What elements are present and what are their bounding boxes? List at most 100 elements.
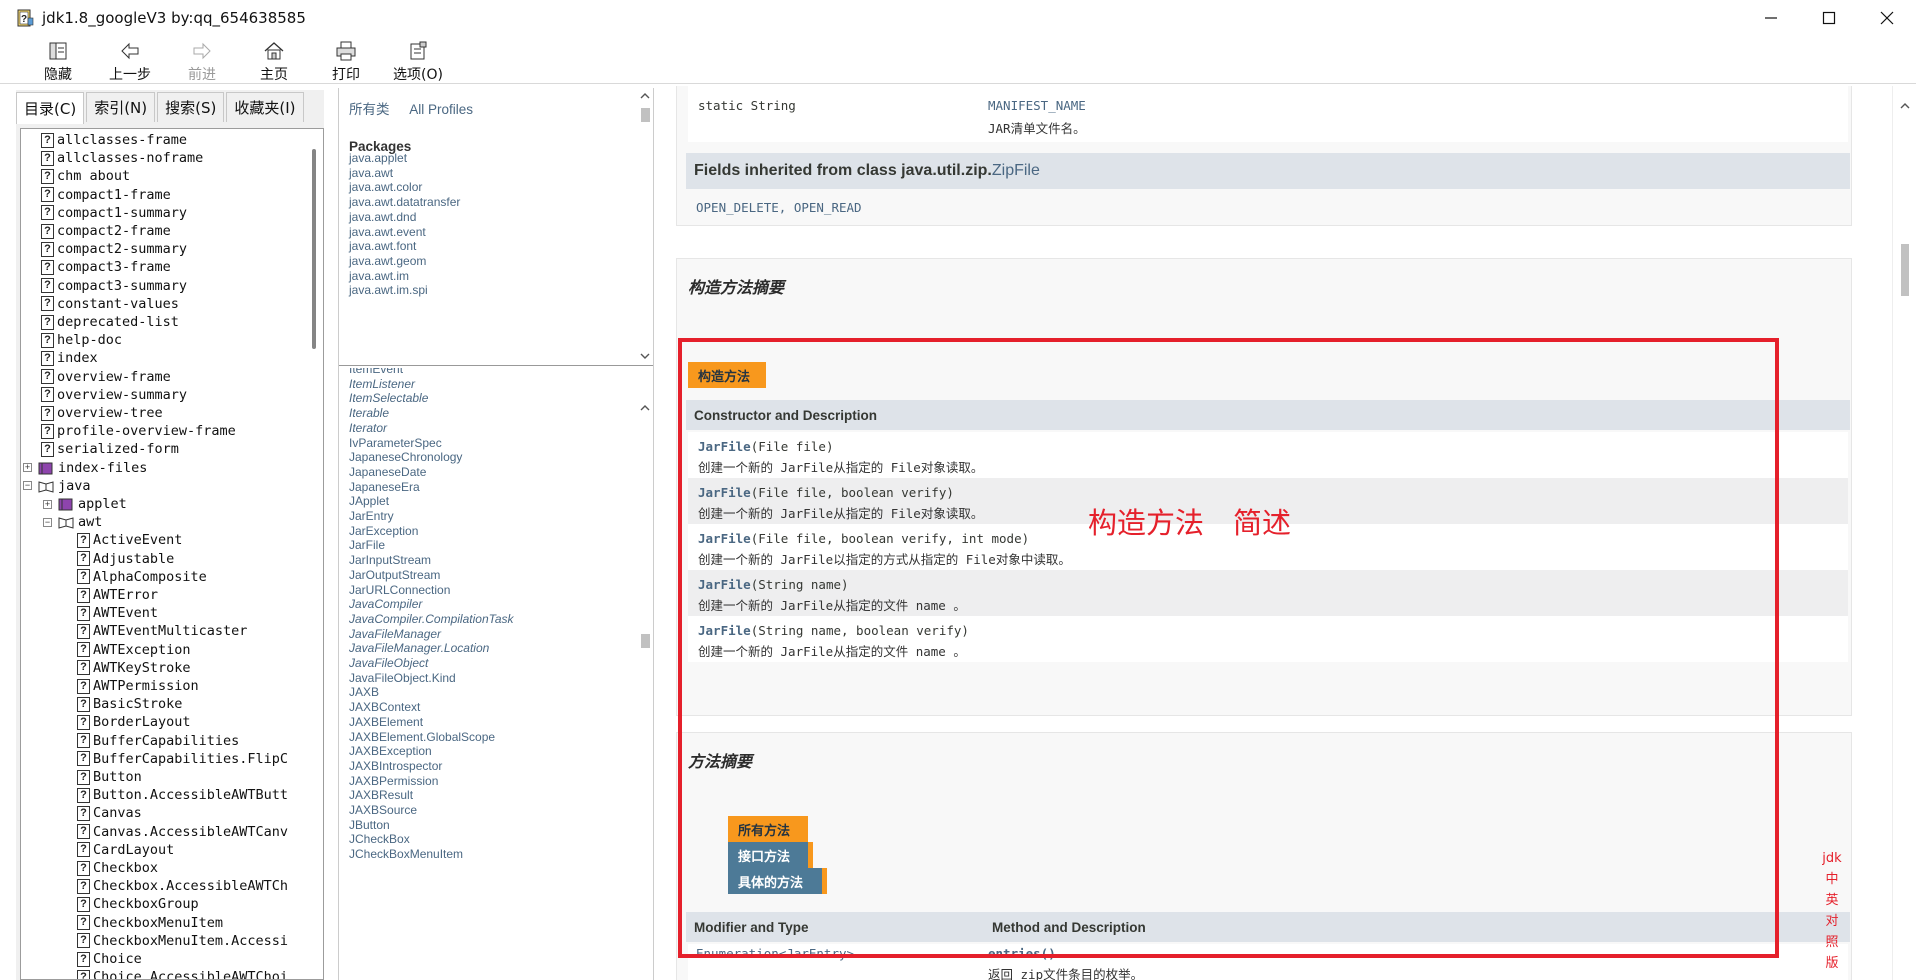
tree-item[interactable]: ? AWTPermission <box>77 677 199 695</box>
class-link[interactable]: JApplet <box>349 494 389 508</box>
forward-button[interactable]: 前进 <box>166 36 238 84</box>
package-link[interactable]: java.awt.datatransfer <box>349 195 460 209</box>
expand-icon[interactable]: + <box>23 463 32 473</box>
tree-item[interactable]: ? AWTEvent <box>77 604 158 622</box>
maximize-button[interactable] <box>1800 0 1858 36</box>
tree-item[interactable]: ? compact2-summary <box>41 240 187 258</box>
package-link[interactable]: java.awt.event <box>349 225 426 239</box>
tree-item[interactable]: ? Choice.AccessibleAWTChoi <box>77 968 288 979</box>
content-scroll-thumb[interactable] <box>1901 244 1909 296</box>
collapse-icon[interactable]: − <box>23 481 32 491</box>
class-link[interactable]: ItemEvent <box>349 368 403 376</box>
classes-scroll-thumb[interactable] <box>641 634 650 648</box>
tree-item[interactable]: ? CheckboxMenuItem <box>77 914 223 932</box>
tree-item[interactable]: ? Canvas.AccessibleAWTCanv <box>77 823 288 841</box>
class-link[interactable]: JavaCompiler.CompilationTask <box>349 612 514 626</box>
close-button[interactable] <box>1858 0 1916 36</box>
tree-item[interactable]: ? BorderLayout <box>77 713 191 731</box>
tree-item[interactable]: ? allclasses-noframe <box>41 149 203 167</box>
tree-scrollbar[interactable] <box>303 129 323 979</box>
tree-item[interactable]: ? Choice <box>77 950 142 968</box>
class-link[interactable]: ItemSelectable <box>349 391 428 405</box>
tree-item[interactable]: ? compact1-summary <box>41 204 187 222</box>
class-link[interactable]: Iterator <box>349 421 387 435</box>
options-button[interactable]: 选项(O) <box>382 36 454 84</box>
all-profiles-link[interactable]: All Profiles <box>409 102 473 117</box>
tree-item[interactable]: ? serialized-form <box>41 440 179 458</box>
class-link[interactable]: JarFile <box>349 538 385 552</box>
tree-item[interactable]: ? constant-values <box>41 295 179 313</box>
class-link[interactable]: JCheckBoxMenuItem <box>349 847 463 861</box>
tree-scroll-thumb[interactable] <box>312 149 316 349</box>
tree-item[interactable]: ? CheckboxMenuItem.Accessi <box>77 932 288 950</box>
tree-item[interactable]: ? overview-tree <box>41 404 163 422</box>
packages-scrollbar[interactable] <box>637 88 653 365</box>
class-link[interactable]: JAXB <box>349 685 379 699</box>
tree-item[interactable]: ? AWTEventMulticaster <box>77 622 247 640</box>
class-link[interactable]: JCheckBox <box>349 832 410 846</box>
tree-item[interactable]: ? CheckboxGroup <box>77 895 199 913</box>
class-link[interactable]: ItemListener <box>349 377 415 391</box>
tree-item[interactable]: ? index <box>41 349 98 367</box>
tree-item[interactable]: ? allclasses-frame <box>41 131 187 149</box>
package-link[interactable]: java.awt.dnd <box>349 210 416 224</box>
classes-scrollbar[interactable] <box>637 368 653 980</box>
zipfile-link[interactable]: ZipFile <box>992 162 1040 180</box>
tab-search[interactable]: 搜索(S) <box>157 92 225 122</box>
class-link[interactable]: JarException <box>349 524 418 538</box>
scroll-up-icon[interactable] <box>639 90 651 102</box>
tree-item[interactable]: ? Button <box>77 768 142 786</box>
class-link[interactable]: IvParameterSpec <box>349 436 442 450</box>
tree-item[interactable]: ? AlphaComposite <box>77 568 207 586</box>
class-link[interactable]: JAXBException <box>349 744 432 758</box>
tree-item[interactable]: ? BasicStroke <box>77 695 182 713</box>
tree-item-applet[interactable]: + applet <box>43 495 127 513</box>
class-link[interactable]: JAXBElement <box>349 715 423 729</box>
class-link[interactable]: JAXBPermission <box>349 774 438 788</box>
tree-item-java[interactable]: − java <box>23 477 91 495</box>
inherited-fields-list[interactable]: OPEN_DELETE, OPEN_READ <box>696 200 862 215</box>
class-link[interactable]: JarEntry <box>349 509 394 523</box>
tree-item[interactable]: ? Checkbox.AccessibleAWTCh <box>77 877 288 895</box>
collapse-icon[interactable]: − <box>43 517 52 527</box>
back-button[interactable]: 上一步 <box>94 36 166 84</box>
tree-item[interactable]: ? overview-summary <box>41 386 187 404</box>
home-button[interactable]: 主页 <box>238 36 310 84</box>
class-link[interactable]: JavaFileManager.Location <box>349 641 489 655</box>
tree-item[interactable]: ? compact2-frame <box>41 222 171 240</box>
tree-item[interactable]: ? Canvas <box>77 804 142 822</box>
minimize-button[interactable] <box>1742 0 1800 36</box>
package-link[interactable]: java.awt.geom <box>349 254 426 268</box>
field-name-link[interactable]: MANIFEST_NAME <box>988 98 1086 113</box>
class-link[interactable]: JavaCompiler <box>349 597 422 611</box>
tree-item[interactable]: ? overview-frame <box>41 368 171 386</box>
package-link[interactable]: java.awt.im <box>349 269 409 283</box>
tree-item-index-files[interactable]: + index-files <box>23 459 147 477</box>
package-link[interactable]: java.awt <box>349 166 393 180</box>
package-link[interactable]: java.awt.im.spi <box>349 283 428 297</box>
tree-item[interactable]: ? Checkbox <box>77 859 158 877</box>
tree-item[interactable]: ? AWTException <box>77 641 191 659</box>
tree-item[interactable]: ? BufferCapabilities <box>77 732 239 750</box>
tree-item[interactable]: ? BufferCapabilities.FlipC <box>77 750 288 768</box>
class-link[interactable]: Iterable <box>349 406 389 420</box>
class-link[interactable]: JarOutputStream <box>349 568 440 582</box>
class-link[interactable]: JAXBResult <box>349 788 413 802</box>
tab-index[interactable]: 索引(N) <box>86 92 156 122</box>
tree-item[interactable]: ? profile-overview-frame <box>41 422 236 440</box>
class-link[interactable]: JButton <box>349 818 390 832</box>
package-link[interactable]: java.awt.color <box>349 180 422 194</box>
class-link[interactable]: JapaneseEra <box>349 480 420 494</box>
tree-item-awt[interactable]: − awt <box>43 513 102 531</box>
tree-item[interactable]: ? compact1-frame <box>41 186 171 204</box>
expand-icon[interactable]: + <box>43 499 52 509</box>
tree-item[interactable]: ? deprecated-list <box>41 313 179 331</box>
class-link[interactable]: JapaneseDate <box>349 465 426 479</box>
package-link[interactable]: java.awt.font <box>349 239 416 253</box>
class-link[interactable]: JavaFileManager <box>349 627 441 641</box>
content-scrollbar[interactable] <box>1892 86 1916 980</box>
scroll-up-icon[interactable] <box>1899 100 1911 112</box>
class-link[interactable]: JarURLConnection <box>349 583 450 597</box>
tree-item[interactable]: ? CardLayout <box>77 841 174 859</box>
package-link[interactable]: java.applet <box>349 151 407 165</box>
